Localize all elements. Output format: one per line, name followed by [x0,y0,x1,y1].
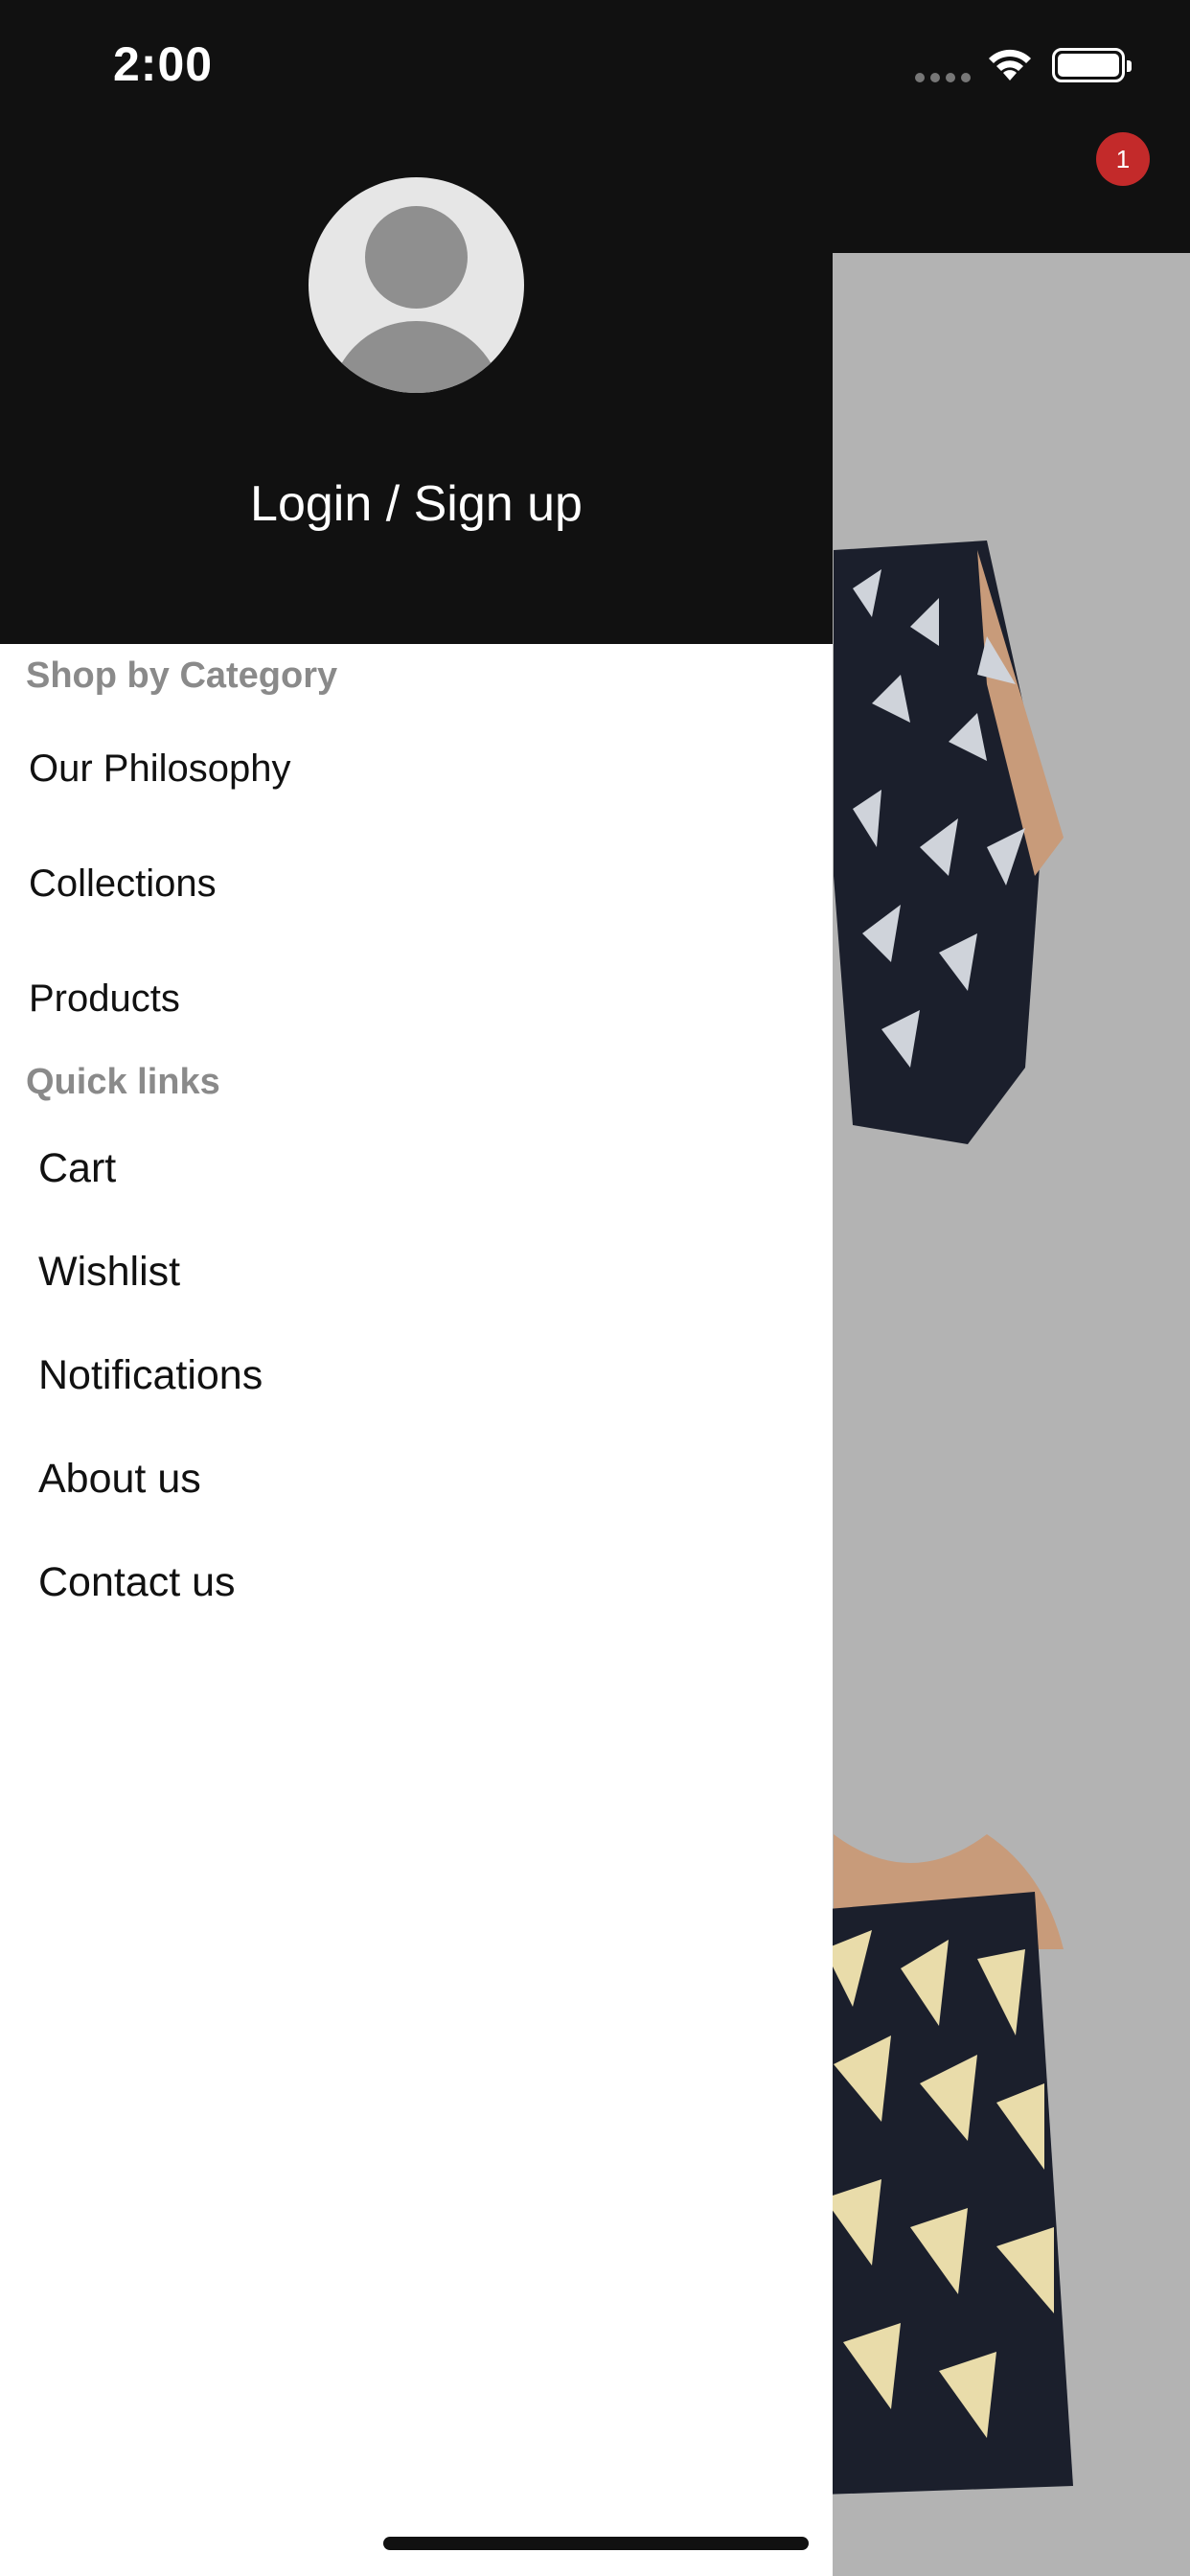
section-title-quick-links: Quick links [26,1062,220,1102]
quick-link-notifications[interactable]: Notifications [38,1352,263,1399]
quick-link-contact-us[interactable]: Contact us [38,1559,236,1606]
patterned-dress-image [834,540,1064,1144]
quick-link-wishlist[interactable]: Wishlist [38,1249,180,1296]
cellular-signal-icon [915,73,971,82]
quick-link-about-us[interactable]: About us [38,1456,201,1503]
home-indicator[interactable] [383,2537,809,2550]
login-signup-link[interactable]: Login / Sign up [0,475,833,533]
patterned-top-image [795,1834,1073,2496]
menu-item-products[interactable]: Products [29,978,180,1021]
quick-link-cart[interactable]: Cart [38,1145,116,1192]
battery-icon [1052,48,1132,82]
section-title-shop-by-category: Shop by Category [26,656,338,696]
menu-item-our-philosophy[interactable]: Our Philosophy [29,748,290,791]
status-bar: 2:00 [0,0,1190,126]
status-time: 2:00 [113,37,214,91]
avatar[interactable] [309,177,524,393]
menu-item-collections[interactable]: Collections [29,862,217,906]
wifi-icon [989,49,1031,80]
navigation-drawer: Login / Sign up Shop by Category Our Phi… [0,0,833,2576]
cart-count-badge: 1 [1096,132,1150,186]
